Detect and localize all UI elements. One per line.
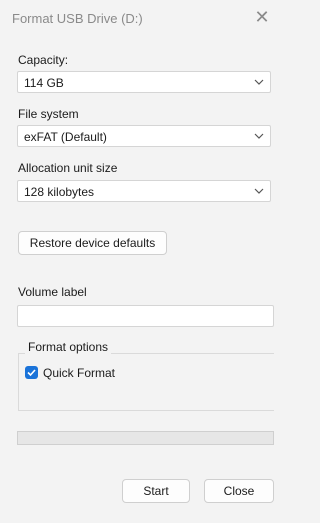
chevron-down-icon [254,133,264,139]
file-system-dropdown[interactable]: exFAT (Default) [17,125,271,147]
file-system-value: exFAT (Default) [24,130,107,144]
allocation-unit-value: 128 kilobytes [24,185,95,199]
allocation-unit-label: Allocation unit size [18,161,118,175]
capacity-value: 114 GB [24,76,64,90]
capacity-label: Capacity: [18,53,69,67]
quick-format-checkbox[interactable] [25,366,38,379]
allocation-unit-dropdown[interactable]: 128 kilobytes [17,180,271,202]
title-bar: Format USB Drive (D:) ✕ [0,0,274,38]
close-window-button[interactable]: ✕ [253,8,271,26]
quick-format-label: Quick Format [43,366,116,380]
format-options-group [18,353,274,411]
window-title: Format USB Drive (D:) [12,11,143,26]
volume-label-input[interactable] [17,305,274,327]
volume-label-heading: Volume label [18,285,87,299]
close-icon: ✕ [254,7,270,27]
start-button[interactable]: Start [122,479,190,503]
file-system-label: File system [18,107,79,121]
chevron-down-icon [254,79,264,85]
check-icon [27,369,36,377]
chevron-down-icon [254,188,264,194]
restore-defaults-button[interactable]: Restore device defaults [18,231,167,255]
close-button[interactable]: Close [204,479,274,503]
format-options-title: Format options [25,340,112,354]
format-progress-bar [17,431,274,445]
capacity-dropdown[interactable]: 114 GB [17,71,271,93]
